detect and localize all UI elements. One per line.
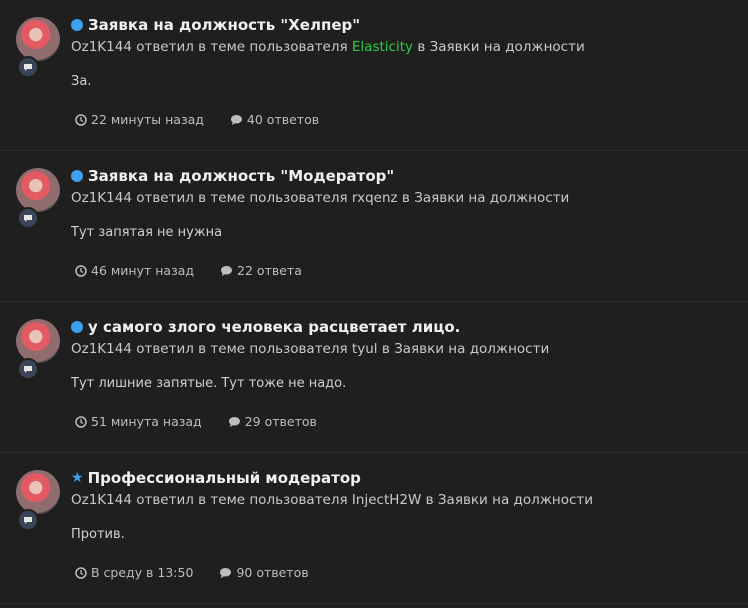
activity-meta: В среду в 13:50 90 ответов bbox=[71, 565, 738, 580]
replies-group: 90 ответов bbox=[219, 565, 309, 580]
post-excerpt: Против. bbox=[71, 527, 125, 542]
topic-author-link[interactable]: tyul bbox=[352, 341, 378, 357]
forum-link[interactable]: Заявки на должности bbox=[430, 39, 585, 55]
star-icon: ★ bbox=[71, 470, 84, 486]
title-row: Заявка на должность "Модератор" bbox=[71, 164, 738, 188]
post-time[interactable]: 46 минут назад bbox=[91, 263, 194, 278]
forum-link[interactable]: Заявки на должности bbox=[394, 341, 549, 357]
action-text: ответил в теме пользователя bbox=[136, 492, 348, 508]
reply-count: 29 ответов bbox=[244, 414, 317, 429]
action-text: ответил в теме пользователя bbox=[136, 190, 348, 206]
in-text: в bbox=[425, 492, 434, 508]
activity-item: Заявка на должность "Модератор" Oz1K144 … bbox=[0, 151, 748, 302]
topic-title-link[interactable]: Профессиональный модератор bbox=[88, 469, 361, 487]
post-excerpt: Тут запятая не нужна bbox=[71, 225, 223, 240]
topic-author-link[interactable]: InjectH2W bbox=[352, 492, 421, 508]
speech-bubble-icon bbox=[221, 265, 233, 276]
user-link[interactable]: Oz1K144 bbox=[71, 190, 132, 206]
topic-title-link[interactable]: Заявка на должность "Хелпер" bbox=[88, 16, 360, 34]
unread-dot-icon bbox=[71, 170, 83, 182]
avatar-wrap bbox=[16, 17, 60, 78]
avatar[interactable] bbox=[16, 168, 60, 212]
time-group: 22 минуты назад bbox=[75, 112, 204, 127]
topic-author-link[interactable]: Elasticity bbox=[352, 39, 413, 55]
title-row: у самого злого человека расцветает лицо. bbox=[71, 315, 738, 339]
user-link[interactable]: Oz1K144 bbox=[71, 492, 132, 508]
in-text: в bbox=[401, 190, 410, 206]
replies-group: 22 ответа bbox=[220, 263, 302, 278]
activity-subline: Oz1K144 ответил в теме пользователя Elas… bbox=[71, 39, 738, 55]
activity-subline: Oz1K144 ответил в теме пользователя rxqe… bbox=[71, 190, 738, 206]
user-link[interactable]: Oz1K144 bbox=[71, 39, 132, 55]
post-time[interactable]: 51 минута назад bbox=[91, 414, 202, 429]
avatar[interactable] bbox=[16, 17, 60, 61]
title-row: ★ Профессиональный модератор bbox=[71, 466, 738, 490]
post-time[interactable]: В среду в 13:50 bbox=[91, 565, 193, 580]
avatar-wrap bbox=[16, 470, 60, 531]
speech-bubble-icon bbox=[228, 416, 240, 427]
topic-author-link[interactable]: rxqenz bbox=[352, 190, 398, 206]
avatar[interactable] bbox=[16, 470, 60, 514]
avatar-wrap bbox=[16, 319, 60, 380]
unread-dot-icon bbox=[71, 321, 83, 333]
activity-item: у самого злого человека расцветает лицо.… bbox=[0, 302, 748, 453]
in-text: в bbox=[417, 39, 426, 55]
activity-meta: 22 минуты назад 40 ответов bbox=[71, 112, 738, 127]
clock-icon bbox=[75, 113, 87, 126]
post-excerpt: Тут лишние запятые. Тут тоже не надо. bbox=[71, 376, 347, 391]
post-time[interactable]: 22 минуты назад bbox=[91, 112, 204, 127]
activity-meta: 51 минута назад 29 ответов bbox=[71, 414, 738, 429]
action-text: ответил в теме пользователя bbox=[136, 341, 348, 357]
reply-count: 40 ответов bbox=[246, 112, 320, 127]
avatar[interactable] bbox=[16, 319, 60, 363]
activity-content: Заявка на должность "Хелпер" Oz1K144 отв… bbox=[71, 13, 738, 127]
activity-feed: Заявка на должность "Хелпер" Oz1K144 отв… bbox=[0, 0, 748, 604]
forum-link[interactable]: Заявки на должности bbox=[438, 492, 593, 508]
avatar-wrap bbox=[16, 168, 60, 229]
activity-content: Заявка на должность "Модератор" Oz1K144 … bbox=[71, 164, 738, 278]
comment-badge-icon bbox=[17, 56, 39, 78]
activity-meta: 46 минут назад 22 ответа bbox=[71, 263, 738, 278]
speech-bubble-icon bbox=[220, 567, 232, 578]
replies-group: 29 ответов bbox=[228, 414, 317, 429]
user-link[interactable]: Oz1K144 bbox=[71, 341, 132, 357]
title-row: Заявка на должность "Хелпер" bbox=[71, 13, 738, 37]
reply-count: 22 ответа bbox=[237, 263, 302, 278]
topic-title-link[interactable]: у самого злого человека расцветает лицо. bbox=[88, 318, 460, 336]
activity-content: у самого злого человека расцветает лицо.… bbox=[71, 315, 738, 429]
post-excerpt: За. bbox=[71, 74, 92, 89]
activity-subline: Oz1K144 ответил в теме пользователя Inje… bbox=[71, 492, 738, 508]
activity-item: ★ Профессиональный модератор Oz1K144 отв… bbox=[0, 453, 748, 604]
comment-badge-icon bbox=[17, 207, 39, 229]
in-text: в bbox=[381, 341, 390, 357]
comment-badge-icon bbox=[17, 358, 39, 380]
reply-count: 90 ответов bbox=[236, 565, 309, 580]
clock-icon bbox=[75, 566, 87, 579]
time-group: 51 минута назад bbox=[75, 414, 202, 429]
activity-item: Заявка на должность "Хелпер" Oz1K144 отв… bbox=[0, 0, 748, 151]
replies-group: 40 ответов bbox=[230, 112, 319, 127]
time-group: В среду в 13:50 bbox=[75, 565, 193, 580]
clock-icon bbox=[75, 264, 87, 277]
clock-icon bbox=[75, 415, 87, 428]
forum-link[interactable]: Заявки на должности bbox=[414, 190, 569, 206]
unread-dot-icon bbox=[71, 19, 83, 31]
activity-content: ★ Профессиональный модератор Oz1K144 отв… bbox=[71, 466, 738, 580]
topic-title-link[interactable]: Заявка на должность "Модератор" bbox=[88, 167, 394, 185]
action-text: ответил в теме пользователя bbox=[136, 39, 348, 55]
comment-badge-icon bbox=[17, 509, 39, 531]
speech-bubble-icon bbox=[230, 114, 242, 125]
time-group: 46 минут назад bbox=[75, 263, 194, 278]
activity-subline: Oz1K144 ответил в теме пользователя tyul… bbox=[71, 341, 738, 357]
